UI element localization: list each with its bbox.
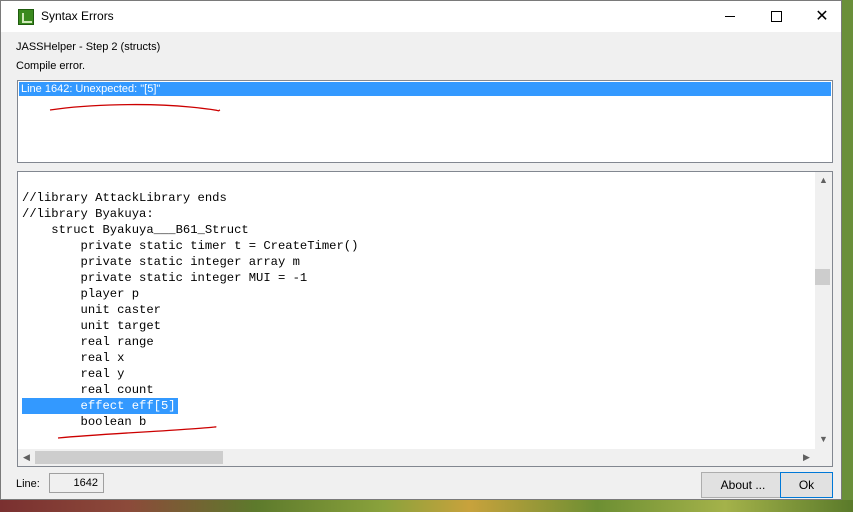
error-underline-mark [49, 103, 221, 112]
red-underline-annotations [49, 103, 221, 439]
code-underline-mark [57, 426, 217, 439]
